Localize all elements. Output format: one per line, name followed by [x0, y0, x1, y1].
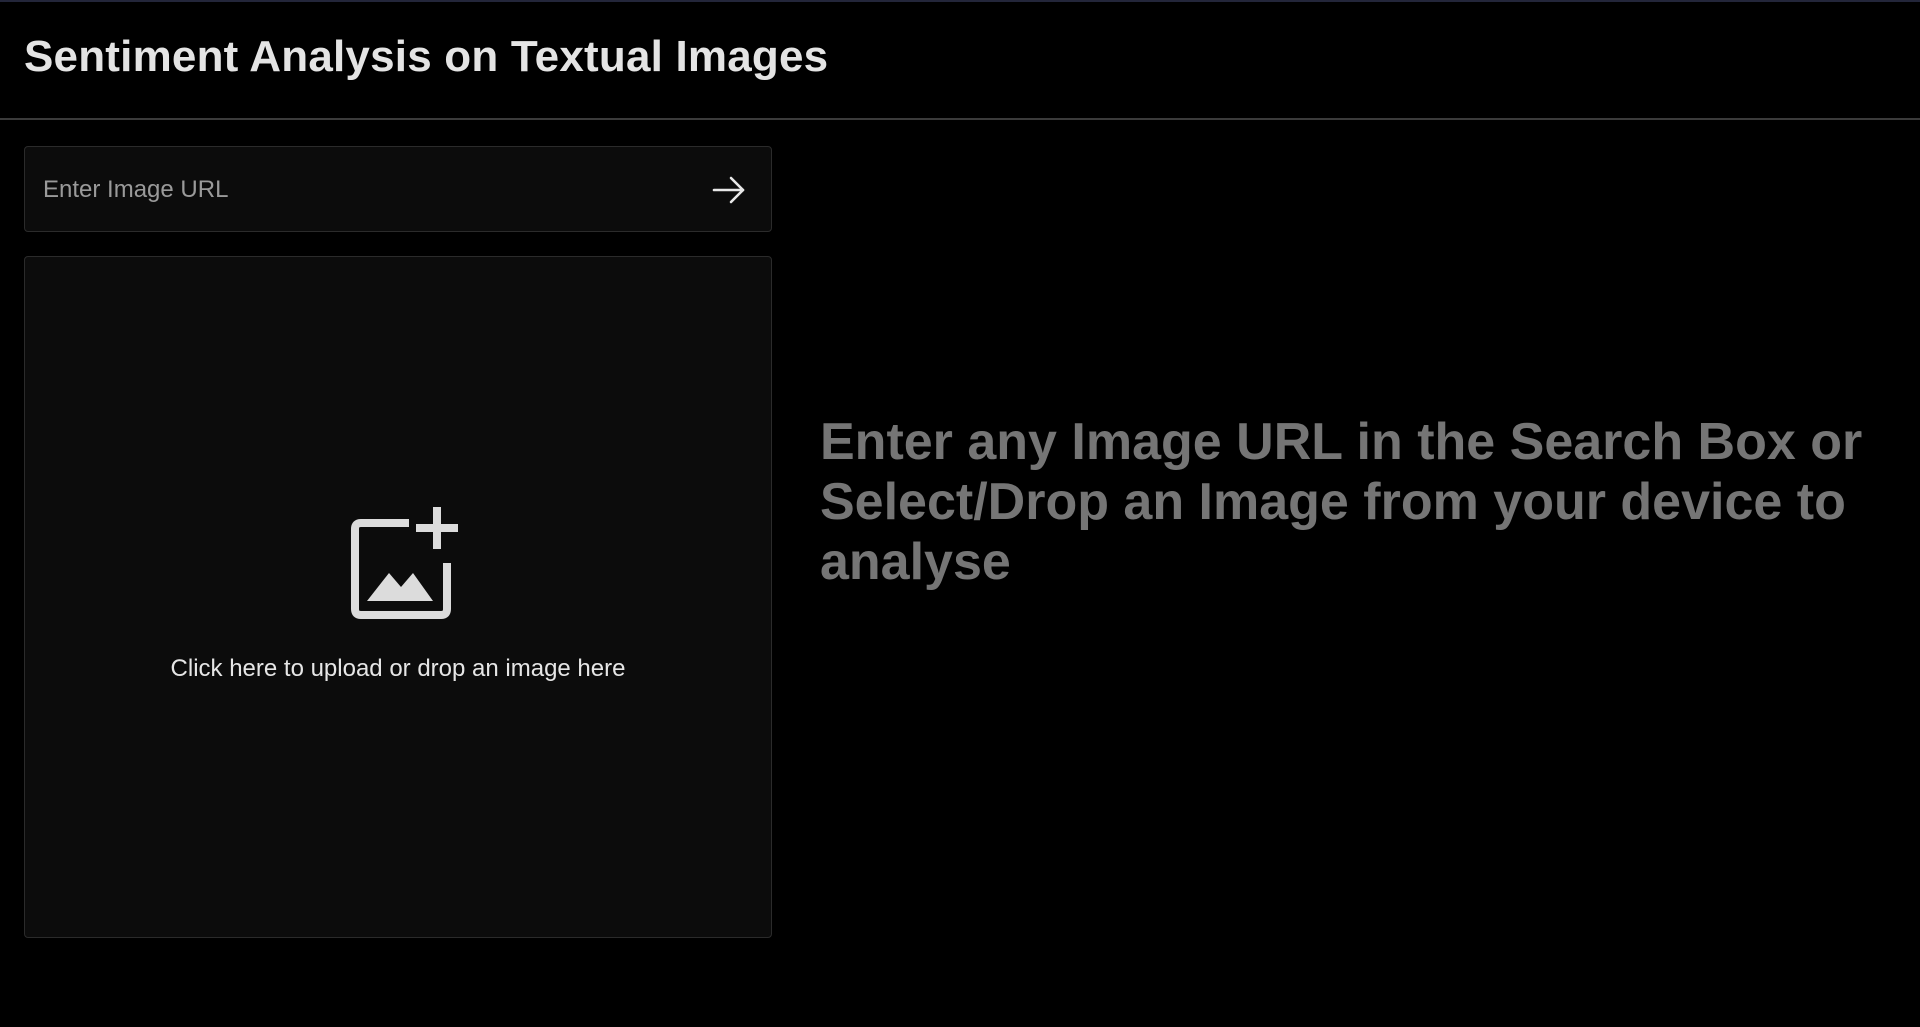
arrow-right-icon [712, 176, 745, 204]
url-search-box [24, 146, 772, 233]
upload-instruction-text: Click here to upload or drop an image he… [170, 655, 626, 682]
page-title: Sentiment Analysis on Textual Images [24, 32, 829, 81]
analysis-placeholder-text: Enter any Image URL in the Search Box or… [820, 413, 1863, 591]
image-upload-dropzone[interactable]: Click here to upload or drop an image he… [24, 256, 772, 938]
add-photo-icon [351, 507, 458, 619]
submit-url-button[interactable] [707, 168, 751, 212]
app-header: Sentiment Analysis on Textual Images [0, 2, 1920, 120]
image-url-input[interactable] [41, 147, 685, 233]
